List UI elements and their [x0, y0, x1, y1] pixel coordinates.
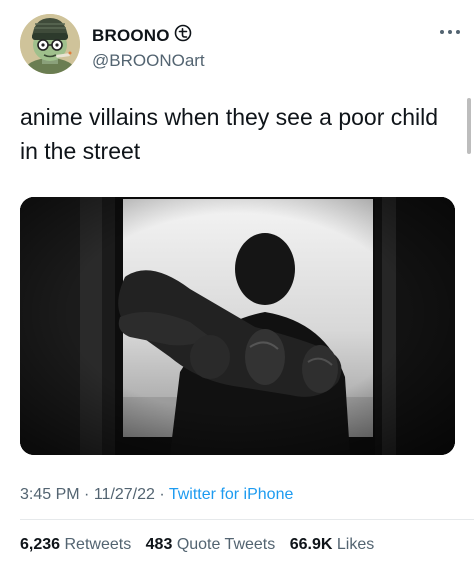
retweets-count: 6,236 [20, 536, 61, 553]
tweet-text: anime villains when they see a poor chil… [20, 104, 439, 164]
circled-symbol-icon [174, 24, 192, 47]
meta-separator: · [84, 486, 90, 503]
meta-separator: · [159, 486, 165, 503]
cartoon-character-avatar-icon [20, 14, 80, 74]
author-info: BROONO @BROONOart [92, 24, 205, 71]
author-handle[interactable]: @BROONOart [92, 51, 205, 71]
photo-silhouette-reaching-hand-icon [20, 197, 455, 455]
divider [20, 519, 474, 520]
likes-count: 66.9K [289, 536, 333, 553]
display-name[interactable]: BROONO [92, 26, 170, 46]
engagement-stats: 6,236 Retweets 483 Quote Tweets 66.9K Li… [20, 536, 384, 554]
tweet-metadata: 3:45 PM · 11/27/22 · Twitter for iPhone [20, 486, 293, 504]
tweet-source-link[interactable]: Twitter for iPhone [169, 486, 294, 503]
tweet-date[interactable]: 11/27/22 [94, 486, 155, 503]
tweet-time[interactable]: 3:45 PM [20, 486, 80, 503]
retweets-stat[interactable]: 6,236 Retweets [20, 536, 131, 553]
tweet-header: BROONO @BROONOart [20, 14, 460, 78]
retweets-label: Retweets [64, 536, 132, 553]
scrollbar[interactable] [467, 98, 471, 154]
avatar[interactable] [20, 14, 80, 74]
quotes-label: Quote Tweets [176, 536, 276, 553]
quotes-count: 483 [145, 536, 173, 553]
more-options-icon[interactable] [440, 28, 460, 36]
likes-stat[interactable]: 66.9K Likes [290, 536, 375, 553]
likes-label: Likes [336, 536, 375, 553]
quote-tweets-stat[interactable]: 483 Quote Tweets [146, 536, 276, 553]
tweet-media[interactable] [20, 197, 455, 455]
